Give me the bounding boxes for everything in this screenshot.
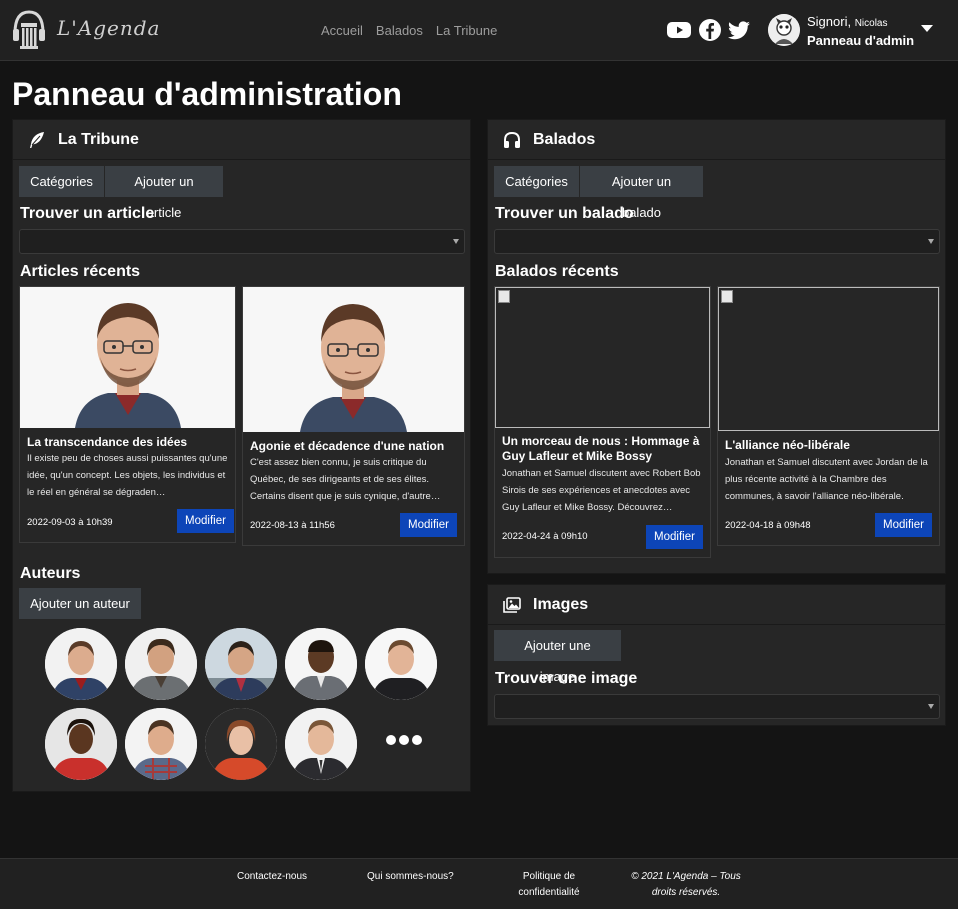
add-image-button[interactable]: Ajouter une image bbox=[494, 630, 621, 684]
authors-label: Auteurs bbox=[20, 565, 81, 582]
images-icon bbox=[503, 597, 521, 613]
balado-title[interactable]: Un morceau de nous : Hommage à Guy Lafle… bbox=[502, 434, 703, 464]
balado-date: 2022-04-24 à 09h10 bbox=[502, 531, 588, 542]
balado-title[interactable]: L'alliance néo-libérale bbox=[725, 438, 932, 453]
balado-card[interactable]: L'alliance néo-libérale Jonathan et Samu… bbox=[717, 286, 940, 546]
article-thumbnail bbox=[20, 287, 235, 428]
nav-link-accueil[interactable]: Accueil bbox=[321, 23, 363, 38]
find-balado-select[interactable] bbox=[494, 229, 940, 254]
add-article-button[interactable]: Ajouter un article bbox=[105, 166, 223, 220]
nav-link-balados[interactable]: Balados bbox=[376, 23, 423, 38]
images-title: Images bbox=[533, 596, 589, 613]
article-title[interactable]: Agonie et décadence d'une nation bbox=[250, 439, 457, 454]
tribune-panel-header: La Tribune bbox=[13, 120, 470, 160]
author-avatar[interactable] bbox=[45, 628, 117, 700]
article-card[interactable]: Agonie et décadence d'une nation C'est a… bbox=[242, 286, 465, 546]
footer-privacy-line2: confidentialité bbox=[518, 887, 580, 898]
youtube-icon[interactable] bbox=[667, 18, 691, 42]
footer-copyright: © 2021 L'Agenda – Tous droits réservés. bbox=[626, 869, 746, 901]
page-title: Panneau d'administration bbox=[12, 76, 402, 112]
article-date: 2022-08-13 à 11h56 bbox=[250, 520, 335, 531]
find-article-select[interactable] bbox=[19, 229, 465, 254]
logo-icon[interactable] bbox=[12, 9, 46, 49]
balados-categories-button[interactable]: Catégories bbox=[494, 166, 579, 197]
add-balado-button[interactable]: Ajouter un balado bbox=[580, 166, 703, 220]
author-avatar[interactable] bbox=[205, 708, 277, 780]
chevron-down-icon[interactable] bbox=[921, 25, 933, 32]
edit-article-button[interactable]: Modifier bbox=[400, 513, 457, 537]
article-excerpt: C'est assez bien connu, je suis critique… bbox=[250, 457, 441, 502]
broken-image-icon bbox=[721, 290, 733, 303]
dot-icon bbox=[412, 735, 422, 745]
article-excerpt: Il existe peu de choses aussi puissantes… bbox=[27, 453, 228, 498]
select-arrow-icon bbox=[453, 239, 459, 244]
find-article-label: Trouver un article bbox=[20, 205, 155, 222]
footer-about-link[interactable]: Qui sommes-nous? bbox=[367, 869, 454, 885]
select-arrow-icon bbox=[928, 239, 934, 244]
main-nav: Accueil Balados La Tribune bbox=[321, 23, 497, 38]
footer-privacy-link[interactable]: Politique de confidentialité bbox=[510, 869, 588, 901]
balados-panel: Balados Catégories Ajouter un balado Tro… bbox=[487, 119, 946, 574]
balado-thumbnail bbox=[495, 287, 710, 428]
headphones-icon bbox=[504, 131, 520, 148]
twitter-icon[interactable] bbox=[727, 18, 751, 42]
edit-article-button[interactable]: Modifier bbox=[177, 509, 234, 533]
nav-link-la-tribune[interactable]: La Tribune bbox=[436, 23, 497, 38]
top-navbar: L'Agenda Accueil Balados La Tribune Sign… bbox=[0, 0, 958, 61]
edit-balado-button[interactable]: Modifier bbox=[646, 525, 703, 549]
article-date: 2022-09-03 à 10h39 bbox=[27, 517, 113, 528]
find-image-select[interactable] bbox=[494, 694, 940, 719]
balado-excerpt: Jonathan et Samuel discutent avec Robert… bbox=[502, 468, 701, 513]
admin-panel-link[interactable]: Panneau d'admin bbox=[807, 33, 914, 48]
author-avatar[interactable] bbox=[285, 708, 357, 780]
balados-title: Balados bbox=[533, 131, 596, 148]
broken-image-icon bbox=[498, 290, 510, 303]
author-avatar[interactable] bbox=[125, 708, 197, 780]
dot-icon bbox=[399, 735, 409, 745]
user-last-name: Signori, bbox=[807, 14, 852, 29]
user-avatar[interactable] bbox=[768, 14, 800, 46]
footer-copyright-line1: © 2021 L'Agenda – Tous bbox=[631, 871, 741, 882]
author-avatar[interactable] bbox=[125, 628, 197, 700]
author-avatar[interactable] bbox=[285, 628, 357, 700]
more-authors-icon[interactable] bbox=[386, 735, 422, 745]
tribune-title: La Tribune bbox=[58, 131, 139, 148]
footer-contact-link[interactable]: Contactez-nous bbox=[237, 869, 307, 885]
footer: Contactez-nous Qui sommes-nous? Politiqu… bbox=[0, 858, 958, 909]
article-title[interactable]: La transcendance des idées bbox=[27, 435, 228, 450]
article-thumbnail bbox=[243, 287, 464, 432]
balado-thumbnail bbox=[718, 287, 939, 431]
logo-wordmark[interactable]: L'Agenda bbox=[57, 16, 160, 40]
balado-card[interactable]: Un morceau de nous : Hommage à Guy Lafle… bbox=[494, 286, 711, 558]
footer-privacy-line1: Politique de bbox=[522, 871, 576, 882]
balados-panel-header: Balados bbox=[488, 120, 945, 160]
select-arrow-icon bbox=[928, 704, 934, 709]
find-balado-label: Trouver un balado bbox=[495, 205, 634, 222]
author-avatar[interactable] bbox=[365, 628, 437, 700]
facebook-icon[interactable] bbox=[698, 18, 722, 42]
dot-icon bbox=[386, 735, 396, 745]
recent-balados-label: Balados récents bbox=[495, 263, 619, 280]
article-card[interactable]: La transcendance des idées Il existe peu… bbox=[19, 286, 236, 543]
balado-excerpt: Jonathan et Samuel discutent avec Jordan… bbox=[725, 457, 928, 502]
add-author-button[interactable]: Ajouter un auteur bbox=[19, 588, 141, 619]
feather-icon bbox=[30, 132, 44, 148]
images-panel-header: Images bbox=[488, 585, 945, 625]
user-name: Signori, Nicolas bbox=[807, 14, 888, 29]
author-avatar[interactable] bbox=[45, 708, 117, 780]
footer-copyright-line2: droits réservés. bbox=[651, 887, 721, 898]
images-panel: Images Ajouter une image Trouver une ima… bbox=[487, 584, 946, 726]
recent-articles-label: Articles récents bbox=[20, 263, 141, 280]
user-first-name: Nicolas bbox=[854, 18, 888, 29]
find-image-label: Trouver une image bbox=[495, 670, 638, 687]
balado-date: 2022-04-18 à 09h48 bbox=[725, 520, 811, 531]
edit-balado-button[interactable]: Modifier bbox=[875, 513, 932, 537]
author-avatar[interactable] bbox=[205, 628, 277, 700]
tribune-categories-button[interactable]: Catégories bbox=[19, 166, 104, 197]
